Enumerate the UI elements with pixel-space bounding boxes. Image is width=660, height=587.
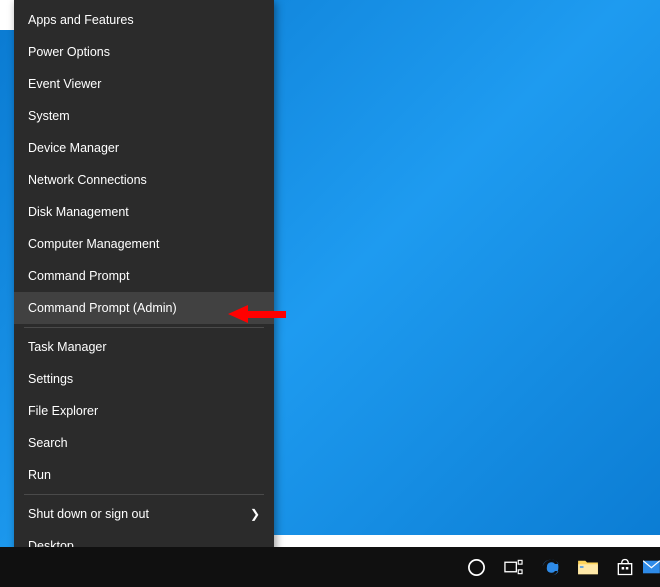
mail-icon[interactable] [643,547,660,587]
menu-network-connections[interactable]: Network Connections [14,164,274,196]
winx-context-menu: Apps and Features Power Options Event Vi… [14,0,274,566]
menu-event-viewer[interactable]: Event Viewer [14,68,274,100]
cortana-icon[interactable] [458,547,495,587]
file-explorer-icon[interactable] [569,547,606,587]
folder-glyph-icon [577,558,599,576]
arrow-shaft [248,311,286,318]
menu-command-prompt[interactable]: Command Prompt [14,260,274,292]
menu-apps-and-features[interactable]: Apps and Features [14,4,274,36]
edge-icon[interactable] [532,547,569,587]
taskbar [0,547,660,587]
menu-file-explorer[interactable]: File Explorer [14,395,274,427]
arrow-head-icon [228,305,248,323]
menu-power-options[interactable]: Power Options [14,36,274,68]
mail-glyph-icon [643,558,660,576]
window-edge [0,0,14,30]
menu-run[interactable]: Run [14,459,274,491]
chevron-right-icon: ❯ [250,507,260,521]
circle-icon [467,558,486,577]
menu-settings[interactable]: Settings [14,363,274,395]
task-view-icon[interactable] [495,547,532,587]
menu-device-manager[interactable]: Device Manager [14,132,274,164]
menu-system[interactable]: System [14,100,274,132]
menu-computer-management[interactable]: Computer Management [14,228,274,260]
menu-shut-down-sign-out[interactable]: Shut down or sign out ❯ [14,498,274,530]
bag-glyph-icon [615,557,635,577]
edge-glyph-icon [540,557,561,578]
store-icon[interactable] [606,547,643,587]
menu-search[interactable]: Search [14,427,274,459]
menu-task-manager[interactable]: Task Manager [14,331,274,363]
menu-disk-management[interactable]: Disk Management [14,196,274,228]
menu-divider [24,327,264,328]
annotation-arrow [228,305,286,323]
taskview-glyph-icon [504,559,523,575]
menu-divider [24,494,264,495]
